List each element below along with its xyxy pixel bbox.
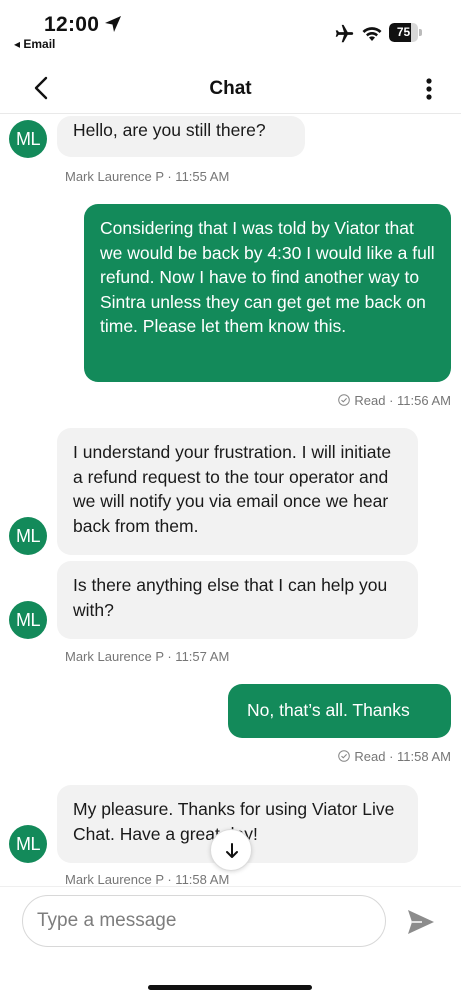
outgoing-message: Considering that I was told by Viator th… <box>84 204 451 382</box>
more-vertical-icon[interactable] <box>418 76 440 102</box>
message-meta: Mark Laurence P · 11:57 AM <box>65 649 230 664</box>
scroll-to-bottom-button[interactable] <box>210 829 252 871</box>
outgoing-message: No, that’s all. Thanks <box>228 684 451 738</box>
message-text: I understand your frustration. I will in… <box>73 442 392 536</box>
home-indicator[interactable] <box>148 985 312 990</box>
message-meta: Mark Laurence P · 11:55 AM <box>65 169 230 184</box>
check-circle-icon <box>338 394 351 406</box>
message-text: Considering that I was told by Viator th… <box>100 218 435 336</box>
incoming-message: Hello, are you still there? <box>57 116 305 157</box>
page-title: Chat <box>209 78 252 99</box>
message-text: Is there anything else that I can help y… <box>73 575 388 620</box>
avatar: ML <box>9 517 47 555</box>
status-time: 12:00 <box>44 13 100 36</box>
read-receipt: Read · 11:58 AM <box>251 749 451 764</box>
send-icon[interactable] <box>406 908 436 936</box>
message-meta: Read · 11:56 AM <box>354 393 451 408</box>
message-meta: Mark Laurence P · 11:58 AM <box>65 872 230 885</box>
avatar: ML <box>9 601 47 639</box>
incoming-message: Is there anything else that I can help y… <box>57 561 418 639</box>
wifi-icon <box>362 27 382 41</box>
read-receipt: Read · 11:56 AM <box>251 393 451 408</box>
avatar: ML <box>9 825 47 863</box>
message-input[interactable] <box>22 895 386 947</box>
status-bar: 12:00 ◂ Email 75 <box>0 0 461 60</box>
message-text: No, that’s all. Thanks <box>247 700 410 720</box>
location-arrow-icon <box>105 16 121 32</box>
incoming-message: I understand your frustration. I will in… <box>57 428 418 555</box>
message-text: Hello, are you still there? <box>73 120 266 140</box>
avatar: ML <box>9 120 47 158</box>
composer-divider <box>0 886 461 887</box>
arrow-down-icon <box>226 843 238 858</box>
airplane-mode-icon <box>335 24 354 43</box>
message-meta: Read · 11:58 AM <box>354 749 451 764</box>
battery-icon: 75 <box>389 23 423 42</box>
chat-header: Chat <box>0 64 461 114</box>
battery-percent: 75 <box>396 25 411 39</box>
check-circle-icon <box>338 750 351 762</box>
back-to-app-link[interactable]: ◂ Email <box>14 37 55 51</box>
